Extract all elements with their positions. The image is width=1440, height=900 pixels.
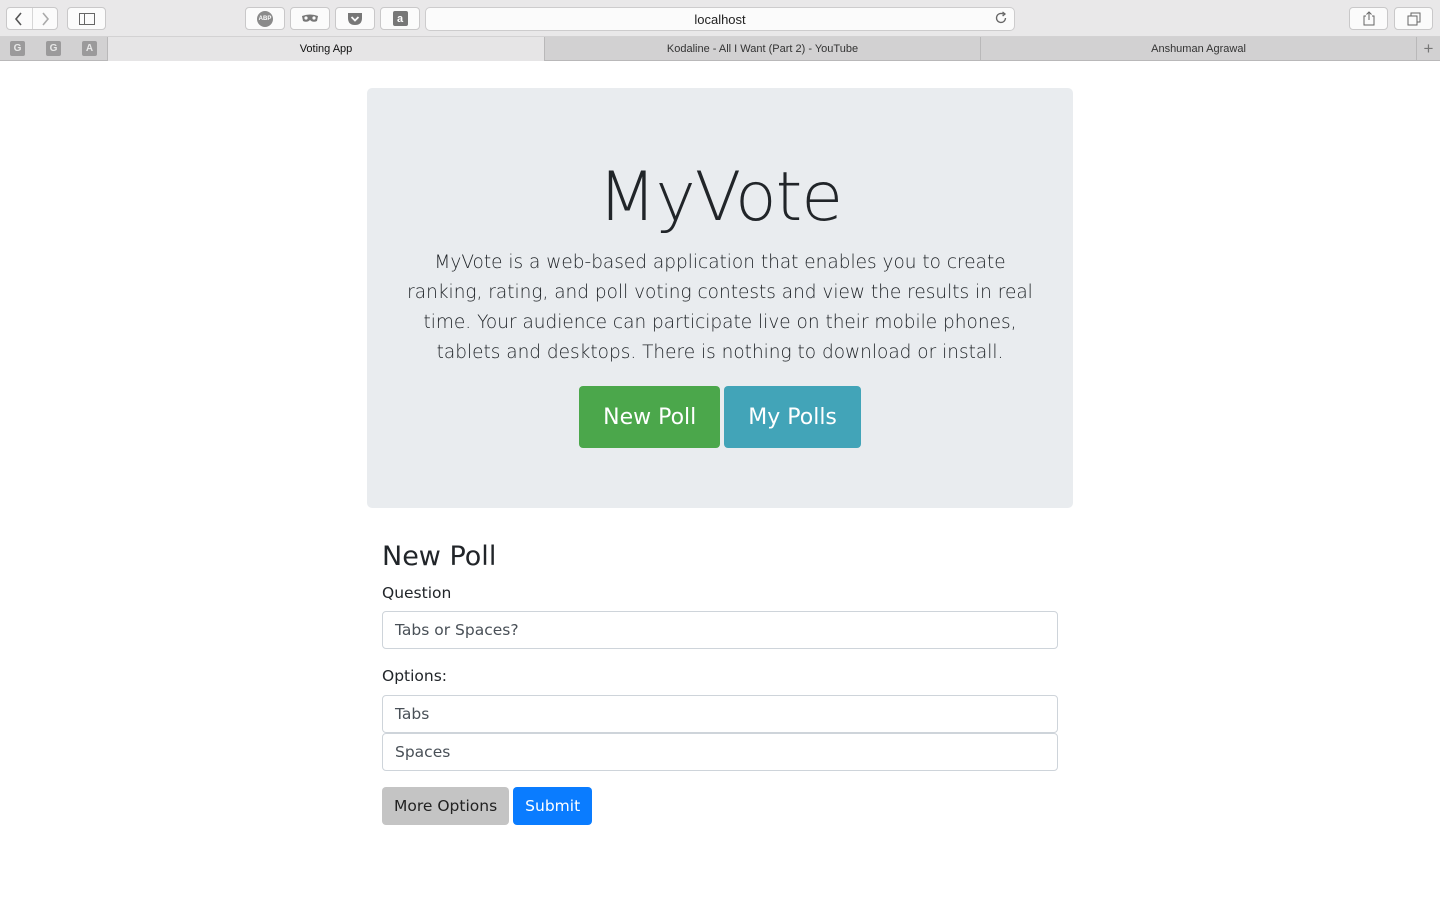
hero-jumbotron: MyVote MyVote is a web-based application… bbox=[367, 88, 1073, 508]
url-text: localhost bbox=[694, 11, 746, 27]
amazon-button[interactable]: a bbox=[380, 7, 420, 30]
tab-bar: G G A Voting App Kodaline - All I Want (… bbox=[0, 37, 1440, 61]
browser-toolbar: ABP a localhost bbox=[0, 0, 1440, 37]
adblock-button[interactable]: ABP bbox=[245, 7, 285, 30]
new-poll-form: New Poll Question Tabs or Spaces? Option… bbox=[382, 540, 1058, 825]
my-polls-button[interactable]: My Polls bbox=[724, 386, 861, 448]
mask-extension-button[interactable] bbox=[290, 7, 330, 30]
sidebar-toggle-button[interactable] bbox=[67, 7, 106, 30]
show-tabs-button[interactable] bbox=[1394, 7, 1433, 30]
tab-label: Voting App bbox=[299, 43, 353, 55]
pinned-tab-2[interactable]: G bbox=[46, 41, 61, 56]
more-options-button[interactable]: More Options bbox=[382, 787, 510, 825]
tab-voting-app[interactable]: Voting App bbox=[107, 37, 544, 61]
option-input-1[interactable]: Tabs bbox=[382, 695, 1058, 733]
mask-icon bbox=[302, 14, 318, 22]
options-label: Options: bbox=[382, 667, 448, 685]
pinned-tab-3[interactable]: A bbox=[82, 41, 97, 56]
share-icon bbox=[1363, 11, 1374, 26]
plus-icon: + bbox=[1423, 39, 1434, 58]
option-value: Spaces bbox=[395, 743, 451, 761]
pocket-icon bbox=[348, 12, 362, 25]
share-button[interactable] bbox=[1349, 7, 1388, 30]
back-button[interactable] bbox=[7, 8, 32, 29]
hero-button-row: New Poll My Polls bbox=[367, 386, 1073, 448]
form-heading: New Poll bbox=[382, 541, 497, 572]
tab-anshuman[interactable]: Anshuman Agrawal bbox=[980, 37, 1416, 61]
option-input-2[interactable]: Spaces bbox=[382, 733, 1058, 771]
address-bar[interactable]: localhost bbox=[425, 7, 1015, 31]
pinned-tab-1[interactable]: G bbox=[10, 41, 25, 56]
amazon-icon: a bbox=[392, 11, 408, 26]
tab-label: Anshuman Agrawal bbox=[1151, 43, 1246, 55]
tab-label: Kodaline - All I Want (Part 2) - YouTube bbox=[666, 43, 859, 55]
question-input[interactable]: Tabs or Spaces? bbox=[382, 611, 1058, 649]
question-value: Tabs or Spaces? bbox=[395, 621, 519, 639]
new-tab-button[interactable]: + bbox=[1416, 37, 1440, 61]
tabs-overview-icon bbox=[1407, 12, 1420, 25]
nav-buttons bbox=[6, 7, 58, 30]
sidebar-icon bbox=[78, 12, 95, 25]
form-button-row: More Options Submit bbox=[382, 787, 1058, 825]
reload-icon[interactable] bbox=[994, 11, 1008, 25]
pocket-button[interactable] bbox=[335, 7, 375, 30]
chevron-right-icon bbox=[42, 11, 49, 26]
chevron-left-icon bbox=[15, 11, 22, 26]
option-value: Tabs bbox=[395, 705, 430, 723]
submit-button[interactable]: Submit bbox=[513, 787, 593, 825]
hero-description: MyVote is a web-based application that e… bbox=[407, 252, 1033, 363]
adblock-icon: ABP bbox=[257, 10, 273, 27]
forward-button[interactable] bbox=[31, 8, 58, 29]
hero-title: MyVote bbox=[597, 158, 843, 237]
new-poll-button[interactable]: New Poll bbox=[579, 386, 721, 448]
tab-youtube[interactable]: Kodaline - All I Want (Part 2) - YouTube bbox=[544, 37, 980, 61]
question-label: Question bbox=[382, 584, 452, 602]
